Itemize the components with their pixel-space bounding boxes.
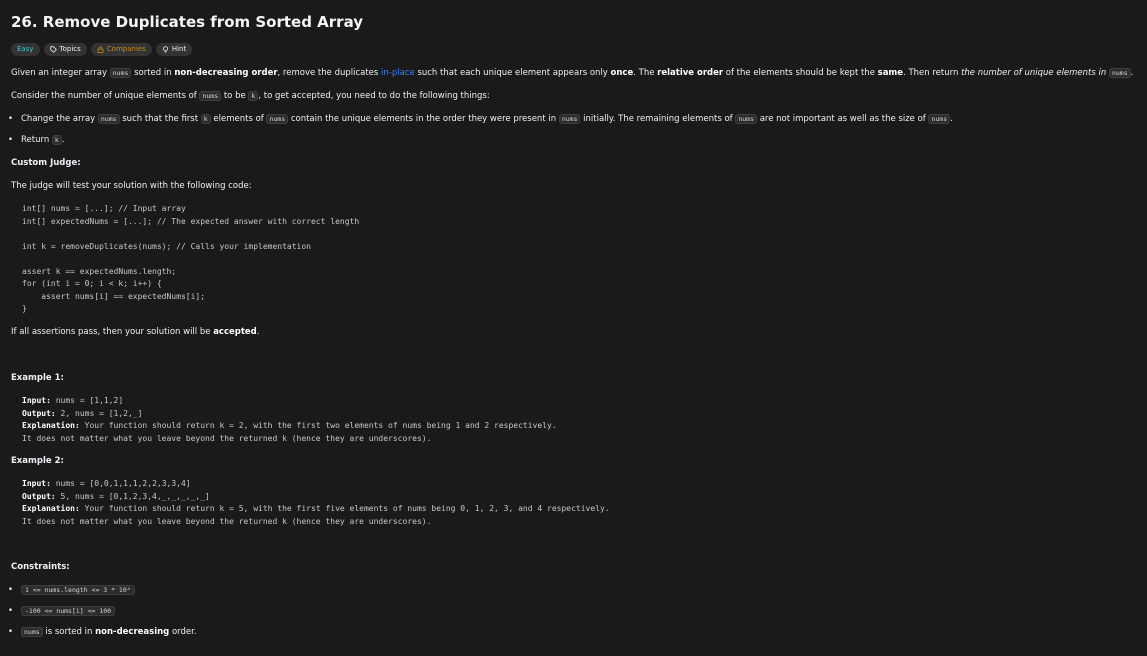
example-2-heading: Example 2: — [11, 456, 64, 466]
code-line: int[] expectedNums = [...]; // The expec… — [22, 216, 360, 226]
lock-icon — [97, 46, 104, 53]
list-item: Return k. — [8, 134, 65, 147]
constraints-heading: Constraints: — [11, 562, 70, 572]
code-line: assert k == expectedNums.length; — [22, 266, 177, 276]
accepted-paragraph: If all assertions pass, then your soluti… — [11, 327, 260, 337]
constraint-code: 1 <= nums.length <= 3 * 10⁴ — [21, 585, 135, 595]
example-2-block: Input: nums = [0,0,1,1,1,2,2,3,3,4] Outp… — [22, 479, 610, 526]
inline-code-k: k — [248, 91, 259, 101]
hint-label: Hint — [171, 45, 187, 53]
description-paragraph-2: Consider the number of unique elements o… — [11, 91, 490, 101]
hint-button[interactable]: Hint — [155, 43, 193, 56]
code-line: int[] nums = [...]; // Input array — [22, 204, 186, 213]
code-line: int k = removeDuplicates(nums); // Calls… — [22, 241, 311, 251]
constraint-item: 1 <= nums.length <= 3 * 10⁴ — [8, 584, 135, 597]
topics-label: Topics — [59, 45, 81, 53]
constraint-code: -100 <= nums[i] <= 100 — [21, 606, 116, 616]
tag-icon — [49, 46, 57, 53]
example-1-block: Input: nums = [1,1,2] Output: 2, nums = … — [22, 396, 557, 443]
description-paragraph-1: Given an integer array nums sorted in no… — [11, 68, 1134, 78]
in-place-link[interactable]: in-place — [381, 68, 415, 78]
code-line: } — [22, 304, 27, 313]
judge-code-block: int[] nums = [...]; // Input array int[]… — [22, 203, 359, 316]
lightbulb-icon — [162, 46, 168, 53]
judge-intro: The judge will test your solution with t… — [11, 181, 252, 191]
inline-code-nums: nums — [109, 68, 132, 78]
example-1-heading: Example 1: — [11, 373, 64, 383]
topics-button[interactable]: Topics — [43, 43, 87, 56]
companies-button[interactable]: Companies — [90, 43, 152, 56]
constraint-item: nums is sorted in non-decreasing order. — [8, 626, 197, 639]
difficulty-badge[interactable]: Easy — [11, 43, 40, 56]
tag-row: Easy Topics Companies Hint — [11, 43, 193, 56]
constraint-item: -100 <= nums[i] <= 100 — [8, 605, 116, 618]
custom-judge-heading: Custom Judge: — [11, 158, 81, 168]
code-line: assert nums[i] == expectedNums[i]; — [22, 291, 206, 301]
problem-title: 26. Remove Duplicates from Sorted Array — [11, 13, 364, 31]
companies-label: Companies — [106, 45, 146, 53]
list-item: Change the array nums such that the firs… — [8, 113, 953, 126]
code-line: for (int i = 0; i < k; i++) { — [22, 279, 162, 288]
